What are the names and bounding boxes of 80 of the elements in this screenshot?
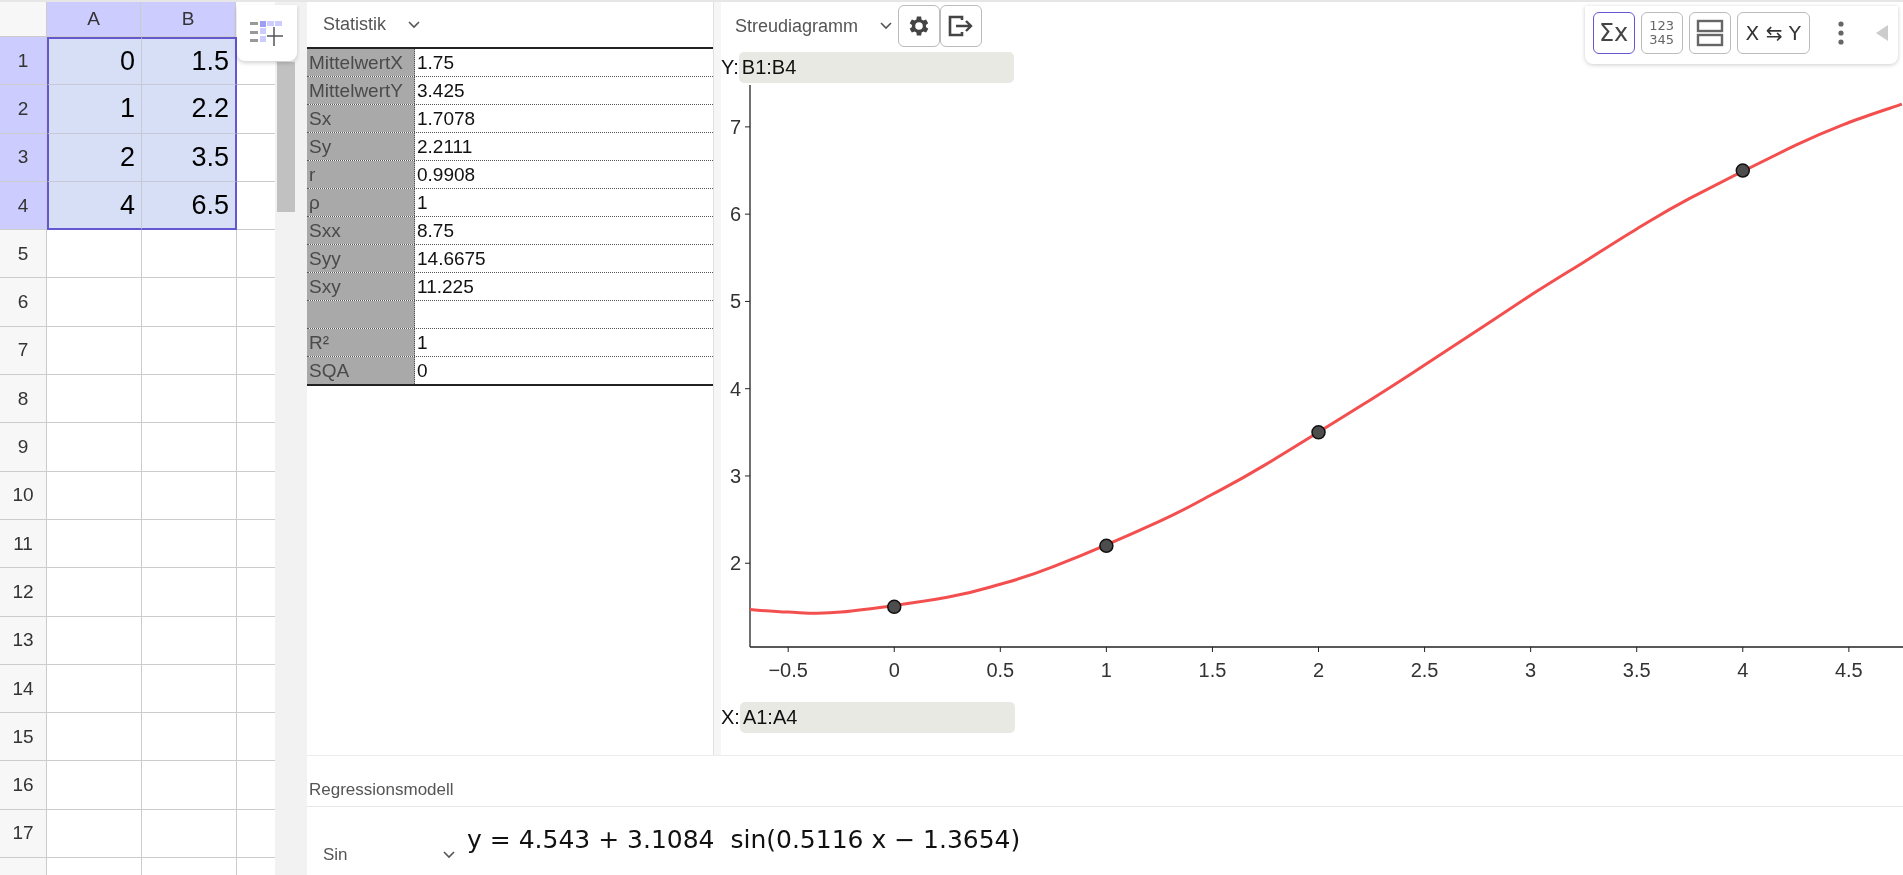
x-tick-label: 3	[1525, 659, 1537, 681]
statistic-label: ρ	[307, 189, 415, 216]
row-header[interactable]: 3	[0, 133, 47, 182]
row-header[interactable]: 11	[0, 519, 47, 569]
row-header[interactable]: 9	[0, 423, 47, 472]
x-tick-label: 2.5	[1410, 659, 1439, 681]
row-header[interactable]: 13	[0, 616, 47, 665]
y-tick-label: 5	[729, 290, 741, 313]
row-header[interactable]: 17	[0, 809, 47, 859]
y-tick-label: 2	[729, 552, 741, 575]
statistics-toggle-button[interactable]: Σx	[1592, 12, 1635, 54]
model-dropdown[interactable]: Sin	[307, 807, 467, 865]
statistic-label: MittelwertX	[307, 49, 415, 76]
table-cell: 4	[47, 181, 142, 231]
statistic-value: 3.425	[416, 79, 466, 103]
statistic-value: 1	[416, 191, 429, 215]
row-header[interactable]: 4	[0, 181, 47, 231]
statistic-label: Sxx	[307, 217, 415, 244]
statistic-value: 8.75	[416, 219, 455, 243]
row-header[interactable]: 14	[0, 664, 47, 714]
digits-text: 345	[1649, 33, 1674, 47]
table-cell: 1.5	[142, 37, 237, 86]
statistic-value: 0.9908	[416, 163, 477, 187]
statistic-value: 1.7078	[416, 107, 477, 131]
row-header[interactable]: 5	[0, 230, 47, 279]
x-tick-label: −0.5	[768, 659, 808, 681]
chart-type-dropdown[interactable]: Streudiagramm	[721, 5, 899, 47]
x-tick-label: 2	[1312, 659, 1325, 681]
x-tick-label: 0	[888, 659, 900, 681]
table-cell: 6.5	[142, 181, 237, 231]
statistic-label: SQA	[307, 357, 415, 384]
row-header[interactable]: 8	[0, 375, 47, 424]
digits-text: 123	[1649, 19, 1674, 33]
row-header[interactable]: 10	[0, 471, 47, 520]
row-header[interactable]: 1	[0, 37, 47, 86]
statistic-value: 11.225	[416, 275, 475, 299]
swap-axes-button[interactable]: X ⇆ Y	[1736, 12, 1810, 54]
statistic-label: Sxy	[307, 273, 415, 300]
x-tick-label: 0.5	[986, 659, 1015, 681]
statistic-label: Sy	[307, 133, 415, 160]
row-header[interactable]: 12	[0, 568, 47, 617]
statistic-label: R²	[307, 329, 415, 356]
x-range-label: X:	[721, 706, 740, 729]
y-range-field[interactable]: B1:B4	[738, 52, 1014, 83]
statistic-label: Syy	[307, 245, 415, 272]
y-tick-label: 7	[729, 115, 741, 138]
data-toggle-button[interactable]: 123 345	[1640, 12, 1683, 54]
x-range-field[interactable]: A1:A4	[739, 702, 1015, 733]
row-header[interactable]: 15	[0, 713, 47, 762]
row-header[interactable]: 2	[0, 85, 47, 134]
statistic-value: 14.6675	[416, 247, 487, 271]
column-header[interactable]: A	[46, 2, 142, 37]
table-cell: 3.5	[142, 133, 237, 182]
regression-equation: y = 4.543 + 3.1084 sin(0.5116 x − 1.3654)	[467, 824, 1021, 854]
section-title: Regressionsmodell	[307, 756, 1903, 807]
table-cell: 0	[47, 37, 142, 86]
y-tick-label: 6	[729, 203, 741, 226]
statistic-value: 2.2111	[416, 135, 474, 159]
statistic-label: Sx	[307, 105, 415, 132]
statistic-value: 1.75	[416, 51, 455, 75]
statistic-label: r	[307, 161, 415, 188]
x-tick-label: 1.5	[1198, 659, 1227, 681]
table-cell: 2.2	[142, 85, 237, 134]
statistic-value: 0	[416, 359, 429, 383]
column-header[interactable]: B	[141, 2, 236, 37]
statistics-dropdown[interactable]: Statistik	[307, 2, 437, 47]
table-cell: 2	[47, 133, 142, 182]
y-tick-label: 3	[729, 464, 741, 487]
statistic-value: 1	[416, 331, 429, 355]
row-header[interactable]: 6	[0, 278, 47, 327]
y-range-label: Y:	[721, 56, 739, 79]
statistic-label: MittelwertY	[307, 77, 415, 104]
x-tick-label: 4.5	[1834, 659, 1863, 681]
row-header[interactable]: 16	[0, 761, 47, 810]
x-tick-label: 3.5	[1622, 659, 1651, 681]
x-tick-label: 1	[1100, 659, 1112, 681]
y-tick-label: 4	[729, 377, 741, 400]
row-header[interactable]: 7	[0, 326, 47, 376]
table-cell: 1	[47, 85, 142, 134]
x-tick-label: 4	[1737, 659, 1749, 681]
